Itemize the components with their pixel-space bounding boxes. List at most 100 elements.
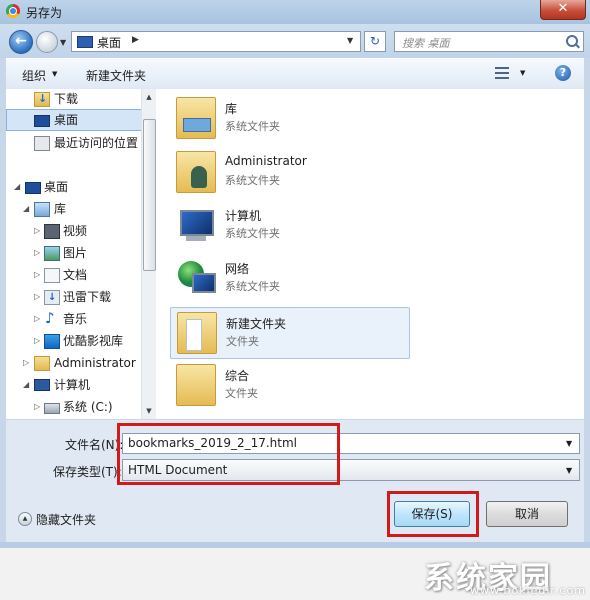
navigation-pane: 下载 桌面 最近访问的位置 ◢ 桌面 ◢ 库 ▷ 视频 ▷ 图片 ▷ 文档 ▷ … <box>6 89 155 419</box>
nav-label: 迅雷下载 <box>63 290 112 304</box>
nav-item-administrator[interactable]: ▷ Administrator <box>6 353 142 373</box>
nav-item-youku[interactable]: ▷ 优酷影视库 <box>6 331 142 351</box>
desktop-icon <box>34 115 50 127</box>
chevron-down-icon[interactable]: ▼ <box>520 69 525 77</box>
download-folder-icon <box>34 89 50 109</box>
user-folder-icon <box>176 151 216 193</box>
network-icon <box>176 257 216 297</box>
cancel-button[interactable]: 取消 <box>486 501 568 527</box>
file-item-computer[interactable]: 计算机 系统文件夹 <box>170 200 408 250</box>
nav-label: 优酷影视库 <box>63 334 124 348</box>
nav-scrollbar[interactable]: ▲ ▼ <box>141 89 156 419</box>
hide-folders-button[interactable]: 隐藏文件夹 <box>36 511 96 528</box>
file-item-network[interactable]: 网络 系统文件夹 <box>170 253 408 303</box>
nav-item-computer[interactable]: ◢ 计算机 <box>6 375 142 395</box>
file-type: 系统文件夹 <box>225 227 280 240</box>
chevron-down-icon[interactable]: ▼ <box>566 466 572 475</box>
nav-item-drive-c[interactable]: ▷ 系统 (C:) <box>6 397 142 417</box>
file-type: 系统文件夹 <box>225 280 280 293</box>
chevron-down-icon[interactable]: ▼ <box>566 439 572 448</box>
nav-item-desktop[interactable]: ◢ 桌面 <box>6 177 142 197</box>
collapse-triangle-icon[interactable]: ▷ <box>34 331 40 351</box>
file-item-library[interactable]: 库 系统文件夹 <box>170 93 408 143</box>
file-item-new-folder[interactable]: 新建文件夹 文件夹 <box>170 307 410 359</box>
back-button[interactable]: ← <box>9 30 33 54</box>
new-folder-button[interactable]: 新建文件夹 <box>86 67 146 84</box>
user-folder-icon <box>34 356 50 371</box>
collapse-triangle-icon[interactable]: ▷ <box>34 265 40 285</box>
nav-label: 最近访问的位置 <box>54 136 139 150</box>
collapse-triangle-icon[interactable]: ▷ <box>23 353 29 373</box>
file-type: 文件夹 <box>225 387 258 400</box>
filename-label: 文件名(N): <box>65 438 124 452</box>
search-input[interactable]: 搜索 桌面 <box>394 31 584 52</box>
expand-triangle-icon[interactable]: ◢ <box>14 177 20 197</box>
nav-item-desktop-favorite[interactable]: 桌面 <box>6 109 144 131</box>
organize-button[interactable]: 组织 <box>22 67 46 84</box>
drive-icon <box>44 403 60 414</box>
nav-label: 库 <box>54 202 67 216</box>
help-icon[interactable]: ? <box>555 65 571 81</box>
library-icon <box>34 202 50 217</box>
hide-folders-toggle-icon[interactable]: ▲ <box>18 512 32 526</box>
nav-label: 桌面 <box>54 113 79 127</box>
nav-item-documents[interactable]: ▷ 文档 <box>6 265 142 285</box>
pictures-library-icon <box>44 246 60 261</box>
command-bar: 组织 ▼ 新建文件夹 ▼ ? <box>6 58 584 90</box>
view-options-icon[interactable] <box>495 67 509 79</box>
file-type: 文件夹 <box>226 335 259 348</box>
collapse-triangle-icon[interactable]: ▷ <box>34 243 40 263</box>
collapse-triangle-icon[interactable]: ▷ <box>34 397 40 417</box>
title-bar: 另存为 ✕ <box>0 0 590 24</box>
nav-label: 图片 <box>63 246 88 260</box>
nav-item-downloads[interactable]: 下载 <box>14 89 142 109</box>
nav-label: Administrator <box>54 356 136 370</box>
scroll-up-icon[interactable]: ▲ <box>142 89 156 105</box>
video-library-icon <box>44 224 60 239</box>
file-item-administrator[interactable]: Administrator 系统文件夹 <box>170 147 408 197</box>
desktop-icon <box>77 36 93 48</box>
collapse-triangle-icon[interactable]: ▷ <box>34 287 40 307</box>
breadcrumb-location[interactable]: 桌面 <box>97 34 121 51</box>
nav-item-music[interactable]: ▷ 音乐 <box>6 308 142 329</box>
youku-library-icon <box>44 334 60 349</box>
scroll-thumb[interactable] <box>143 119 156 271</box>
computer-icon <box>176 204 214 244</box>
chrome-app-icon <box>6 4 20 18</box>
xunlei-download-icon <box>44 288 60 308</box>
search-icon[interactable] <box>566 35 578 47</box>
collapse-triangle-icon[interactable]: ▷ <box>34 309 40 329</box>
nav-item-pictures[interactable]: ▷ 图片 <box>6 243 142 263</box>
nav-label: 下载 <box>54 92 79 106</box>
expand-triangle-icon[interactable]: ◢ <box>23 375 29 395</box>
chevron-down-icon[interactable]: ▼ <box>52 70 57 78</box>
address-dropdown-icon[interactable]: ▼ <box>347 36 353 45</box>
close-button[interactable]: ✕ <box>540 0 586 20</box>
expand-triangle-icon[interactable]: ◢ <box>23 199 29 219</box>
highlight-box-filename <box>117 423 340 485</box>
file-type: 系统文件夹 <box>225 174 280 187</box>
computer-icon <box>34 379 50 391</box>
refresh-button[interactable]: ↻ <box>364 31 386 52</box>
file-name: 网络 <box>225 262 250 276</box>
nav-item-videos[interactable]: ▷ 视频 <box>6 221 142 241</box>
nav-label: 桌面 <box>44 180 69 194</box>
nav-item-xunlei[interactable]: ▷ 迅雷下载 <box>6 287 142 308</box>
scroll-down-icon[interactable]: ▼ <box>142 403 156 419</box>
address-bar[interactable]: ▶ 桌面 ▼ <box>71 31 361 52</box>
collapse-triangle-icon[interactable]: ▷ <box>34 221 40 241</box>
documents-library-icon <box>44 268 60 283</box>
folder-icon <box>177 312 217 354</box>
breadcrumb-separator[interactable]: ▶ <box>132 35 139 45</box>
nav-item-libraries[interactable]: ◢ 库 <box>6 199 142 219</box>
file-name: 计算机 <box>225 209 262 223</box>
recent-places-icon <box>34 136 50 151</box>
nav-label: 视频 <box>63 224 88 238</box>
nav-label: 音乐 <box>63 312 88 326</box>
watermark-url: www.bokledir.com <box>470 584 586 597</box>
recent-pages-dropdown[interactable]: ▼ <box>60 38 66 47</box>
nav-item-recent-places[interactable]: 最近访问的位置 <box>14 133 142 153</box>
file-list: 库 系统文件夹 Administrator 系统文件夹 计算机 系统文件夹 网络… <box>156 89 584 419</box>
file-item-zonghe[interactable]: 综合 文件夹 <box>170 360 408 410</box>
forward-button[interactable] <box>36 31 58 53</box>
